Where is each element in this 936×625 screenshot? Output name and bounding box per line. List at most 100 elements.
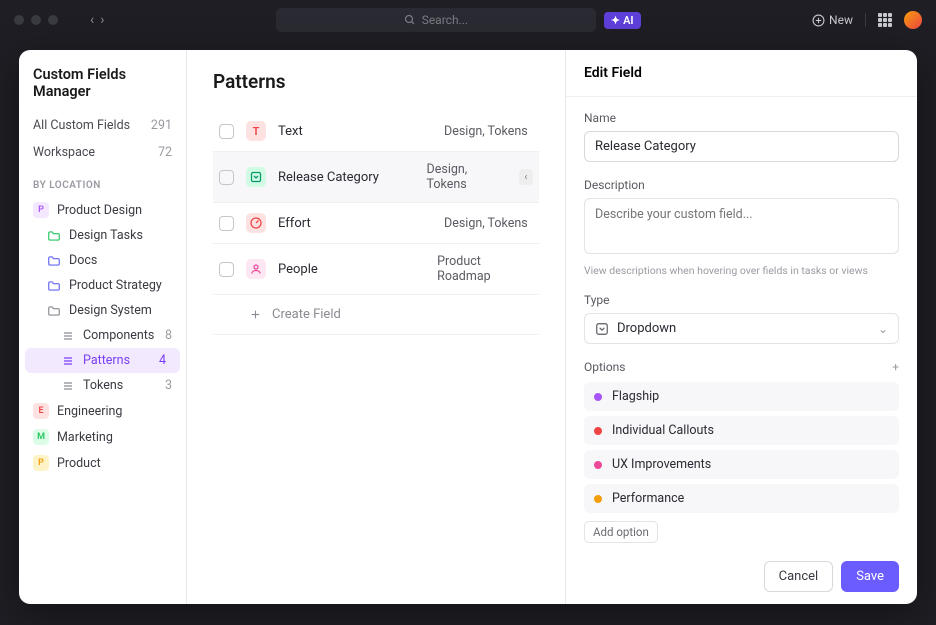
sidebar-workspace[interactable]: Workspace 72 — [19, 139, 186, 166]
topbar: ‹ › Search... ✦ AI New — [0, 0, 936, 40]
field-row[interactable]: TTextDesign, Tokens — [213, 111, 539, 152]
checkbox[interactable] — [219, 262, 234, 277]
color-dot — [594, 393, 602, 401]
all-fields-label: All Custom Fields — [33, 118, 130, 133]
page-title: Patterns — [213, 70, 539, 93]
folder-icon — [47, 254, 61, 268]
forward-icon[interactable]: › — [100, 12, 104, 28]
add-option-button[interactable]: Add option — [584, 521, 658, 543]
color-dot — [594, 461, 602, 469]
search-icon — [404, 14, 416, 26]
field-row[interactable]: EffortDesign, Tokens — [213, 203, 539, 244]
option-row[interactable]: UX Improvements — [584, 450, 899, 479]
sidebar-space-product-design[interactable]: P Product Design — [19, 197, 186, 223]
type-label: Type — [584, 293, 899, 307]
description-input[interactable] — [584, 198, 899, 254]
window-controls — [14, 15, 58, 25]
space-label: Engineering — [57, 404, 122, 419]
nav-arrows: ‹ › — [90, 12, 104, 28]
list-label: Patterns — [83, 353, 130, 368]
folder-label: Design System — [69, 303, 152, 318]
sidebar-folder-design-tasks[interactable]: Design Tasks — [19, 223, 186, 248]
workspace-label: Workspace — [33, 145, 95, 160]
chevron-down-icon: ⌄ — [878, 322, 888, 336]
cancel-button[interactable]: Cancel — [764, 561, 834, 592]
color-dot — [594, 427, 602, 435]
workspace-count: 72 — [158, 145, 172, 160]
sidebar-list-patterns[interactable]: Patterns 4 — [25, 348, 180, 373]
create-field-label: Create Field — [272, 307, 341, 322]
option-label: Flagship — [612, 389, 659, 404]
space-badge: P — [33, 455, 49, 471]
field-type-icon — [246, 167, 266, 187]
field-type-icon — [246, 259, 266, 279]
sidebar-folder-docs[interactable]: Docs — [19, 248, 186, 273]
folder-open-icon — [47, 304, 61, 318]
plus-icon — [249, 308, 262, 321]
list-label: Components — [83, 328, 154, 343]
folder-label: Docs — [69, 253, 97, 268]
sidebar-list-tokens[interactable]: Tokens 3 — [19, 373, 186, 398]
field-name: Release Category — [278, 170, 415, 185]
field-row[interactable]: Release CategoryDesign, Tokens‹ — [213, 152, 539, 203]
option-row[interactable]: Performance — [584, 484, 899, 513]
sidebar-space-product[interactable]: P Product — [19, 450, 186, 476]
dropdown-icon — [595, 322, 609, 336]
description-hint: View descriptions when hovering over fie… — [584, 264, 899, 277]
custom-fields-modal: Custom Fields Manager All Custom Fields … — [19, 50, 917, 604]
sidebar-title: Custom Fields Manager — [19, 66, 186, 112]
description-label: Description — [584, 178, 899, 192]
sidebar-list-components[interactable]: Components 8 — [19, 323, 186, 348]
space-badge: E — [33, 403, 49, 419]
space-badge: M — [33, 429, 49, 445]
option-row[interactable]: Flagship — [584, 382, 899, 411]
avatar[interactable] — [904, 11, 922, 29]
folder-label: Design Tasks — [69, 228, 143, 243]
ai-button[interactable]: ✦ AI — [604, 12, 641, 29]
space-label: Product Design — [57, 203, 142, 218]
field-row[interactable]: PeopleProduct Roadmap — [213, 244, 539, 295]
option-label: Individual Callouts — [612, 423, 714, 438]
option-row[interactable]: Individual Callouts — [584, 416, 899, 445]
field-location: Design, Tokens — [427, 162, 501, 192]
sidebar: Custom Fields Manager All Custom Fields … — [19, 50, 187, 604]
apps-icon[interactable] — [878, 13, 892, 27]
save-button[interactable]: Save — [841, 561, 899, 592]
list-icon — [61, 329, 75, 343]
sparkle-icon: ✦ — [611, 14, 620, 27]
list-label: Tokens — [83, 378, 123, 393]
name-input[interactable] — [584, 131, 899, 162]
field-type-icon: T — [246, 121, 266, 141]
option-label: Performance — [612, 491, 684, 506]
type-select[interactable]: Dropdown ⌄ — [584, 313, 899, 344]
list-icon — [61, 354, 75, 368]
by-location-header: BY LOCATION — [19, 166, 186, 197]
list-count: 3 — [165, 378, 176, 393]
field-type-icon — [246, 213, 266, 233]
checkbox[interactable] — [219, 170, 234, 185]
field-location: Design, Tokens — [444, 124, 528, 139]
sidebar-space-engineering[interactable]: E Engineering — [19, 398, 186, 424]
back-icon[interactable]: ‹ — [90, 12, 94, 28]
list-count: 8 — [165, 328, 176, 343]
sidebar-all-fields[interactable]: All Custom Fields 291 — [19, 112, 186, 139]
folder-icon — [47, 229, 61, 243]
checkbox[interactable] — [219, 124, 234, 139]
search-input[interactable]: Search... — [276, 8, 596, 32]
sidebar-folder-product-strategy[interactable]: Product Strategy — [19, 273, 186, 298]
sidebar-space-marketing[interactable]: M Marketing — [19, 424, 186, 450]
option-label: UX Improvements — [612, 457, 711, 472]
add-option-icon[interactable]: + — [892, 360, 899, 374]
new-button[interactable]: New — [812, 13, 853, 27]
sidebar-folder-design-system[interactable]: Design System — [19, 298, 186, 323]
color-dot — [594, 495, 602, 503]
folder-label: Product Strategy — [69, 278, 162, 293]
panel-title: Edit Field — [566, 50, 917, 97]
search-placeholder: Search... — [422, 13, 468, 27]
edit-panel: Edit Field Name Description View descrip… — [565, 50, 917, 604]
list-icon — [61, 379, 75, 393]
space-label: Marketing — [57, 430, 113, 445]
checkbox[interactable] — [219, 216, 234, 231]
create-field-button[interactable]: Create Field — [213, 295, 539, 335]
plus-circle-icon — [812, 14, 825, 27]
